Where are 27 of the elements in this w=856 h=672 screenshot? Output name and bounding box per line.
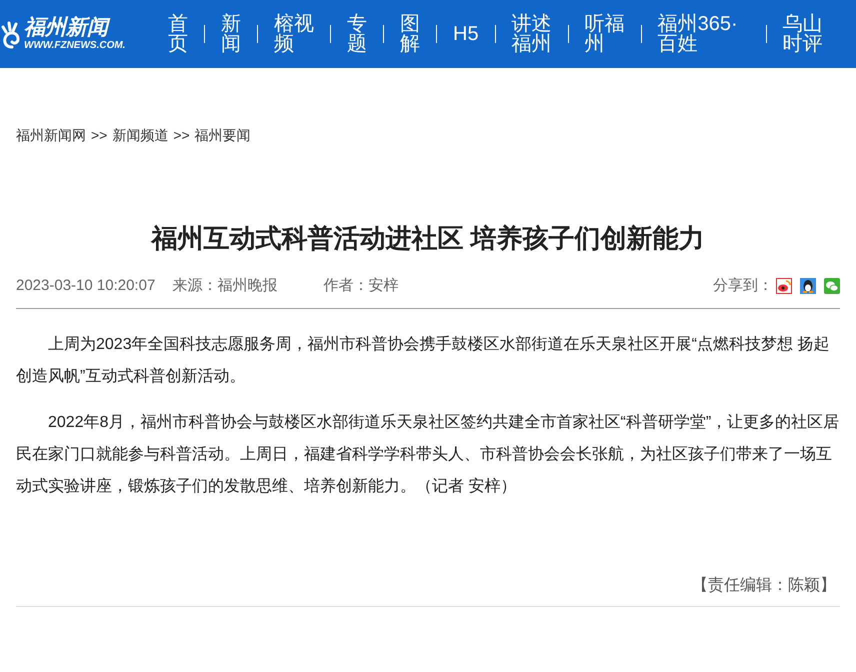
breadcrumb-link[interactable]: 福州要闻 (194, 125, 251, 145)
share-label: 分享到： (713, 276, 773, 296)
nav-link[interactable]: 新闻 (221, 14, 241, 54)
author-text: 作者：安梓 (323, 276, 398, 296)
breadcrumb-separator: >> (173, 126, 190, 145)
nav-link[interactable]: H5 (453, 24, 479, 44)
article-paragraph: 上周为2023年全国科技志愿服务周，福州市科普协会携手鼓楼区水部街道在乐天泉社区开展“点燃科技梦想 扬起创造风帆”互动式科普创新活动。 (16, 334, 830, 387)
nav-link[interactable]: 讲述福州 (512, 14, 552, 54)
penguin-icon[interactable] (800, 278, 816, 294)
breadcrumb-link[interactable]: 福州新闻网 (16, 125, 86, 145)
publish-date: 2023-03-10 10:20:07 (16, 276, 156, 296)
breadcrumb-link[interactable]: 新闻频道 (112, 125, 168, 145)
nav-link[interactable]: 福州365·百姓 (658, 14, 750, 54)
editor-credit: 【责任编辑：陈颖】 (692, 576, 836, 596)
nav-link[interactable]: 首页 (168, 14, 188, 54)
logo-text: 福州新闻 (24, 16, 126, 40)
nav-link[interactable]: 听福州 (584, 14, 625, 54)
nav-link[interactable]: 榕视频 (274, 14, 314, 54)
logo-url: WWW.FZNEWS.COM. (24, 40, 126, 52)
article-paragraph: 2022年8月，福州市科普协会与鼓楼区水部街道乐天泉社区签约共建全市首家社区“科普研学堂”，让更多的社区居民在家门口就能参与科普活动。上周日，福建省科学学科带头人、市科普协会会长张航，为社区孩子们带来了一场互动式实验讲座，锻炼孩子们的发散思维、培养创新能力。（记者 安梓） (16, 412, 840, 497)
chat-icon[interactable] (824, 278, 840, 294)
nav-link[interactable]: 乌山时评 (782, 14, 823, 54)
nav-link[interactable]: 图解 (400, 14, 420, 54)
source-text: 来源：福州晚报 (172, 276, 278, 296)
article-title: 福州互动式科普活动进社区 培养孩子们创新能力 (150, 222, 706, 255)
nav-link[interactable]: 专题 (347, 14, 367, 54)
breadcrumb-separator: >> (91, 126, 108, 145)
